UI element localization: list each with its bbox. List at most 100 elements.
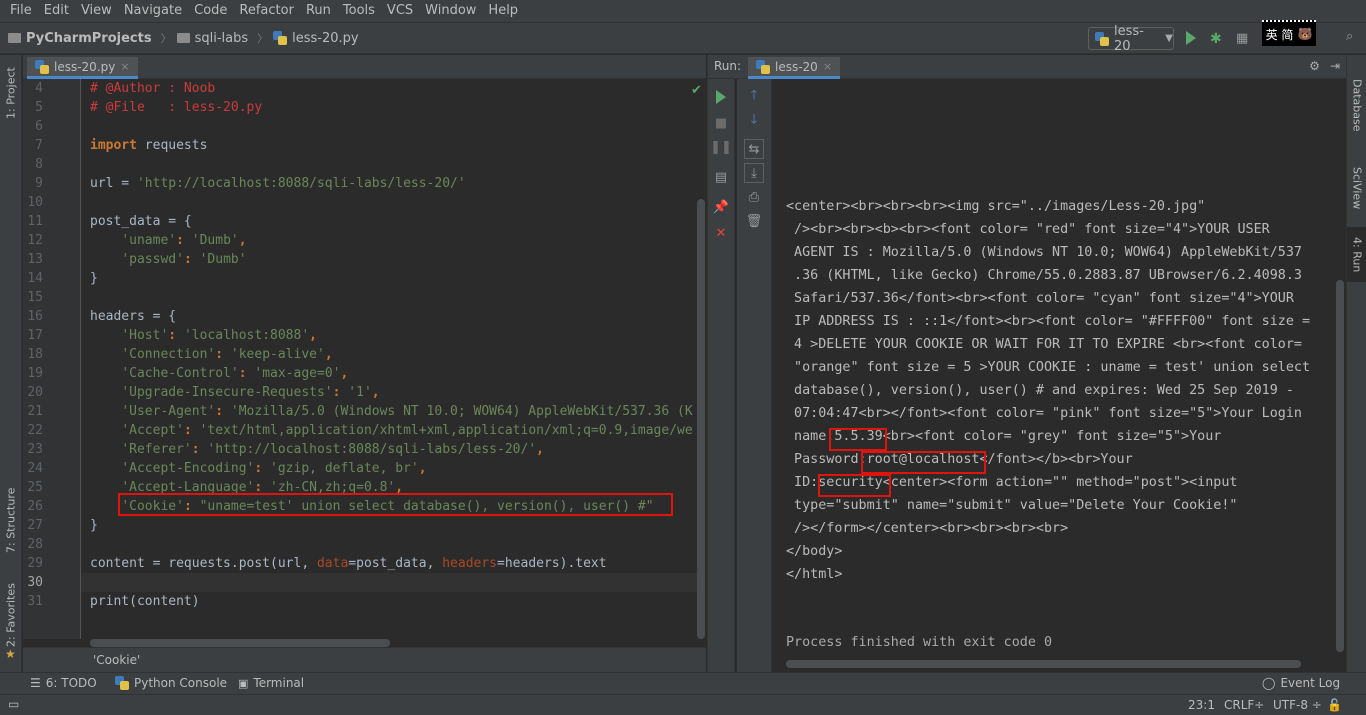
database-tool-tab[interactable]: Database	[1347, 65, 1366, 145]
breadcrumb-project[interactable]: PyCharmProjects	[8, 31, 152, 46]
breadcrumb-file[interactable]: less-20.py	[273, 31, 359, 46]
editor-tab-less-20[interactable]: less-20.py ×	[27, 57, 138, 79]
console-output[interactable]: <center><br><br><br><img src="../images/…	[786, 195, 1321, 586]
menu-vcs[interactable]: VCS	[381, 0, 419, 22]
menu-code[interactable]: Code	[188, 0, 233, 22]
python-console-button[interactable]: Python Console	[115, 676, 227, 690]
print-icon[interactable]: ⎙	[746, 189, 762, 205]
code-breadcrumb[interactable]: 'Cookie'	[23, 647, 706, 672]
hide-icon[interactable]: ⇥	[1330, 59, 1340, 73]
todo-tool-button[interactable]: ☰ 6: TODO	[30, 676, 97, 690]
line-number: 23	[27, 442, 43, 457]
chevron-right-icon: 〉	[160, 32, 172, 45]
run-tool-window: Run: less-20 × ⚙ ⇥ ■ ❚❚ ▤ 📌 ✕ 🡑 🡓 ⇆ ⤓ ⎙ …	[707, 55, 1346, 672]
string-literal: 'http://localhost:8088/sqli-labs/less-20…	[207, 442, 537, 457]
scroll-to-end-button[interactable]: ⤓	[744, 163, 764, 183]
code-line: 'Accept': 'text/html,application/xhtml+x…	[121, 423, 693, 438]
line-number: 31	[27, 594, 43, 609]
line-number: 20	[27, 385, 43, 400]
trash-icon[interactable]: 🗑	[746, 213, 763, 229]
breadcrumb-folder[interactable]: sqli-labs	[176, 31, 248, 46]
parameter-name: headers	[442, 556, 498, 571]
close-run-button[interactable]: ✕	[713, 225, 729, 241]
code-text: =headers).text	[497, 556, 607, 571]
dropdown-arrow-icon: ▼	[1165, 33, 1173, 44]
sciview-tool-tab[interactable]: SciView	[1347, 153, 1366, 223]
string-literal: 'text/html,application/xhtml+xml,applica…	[199, 423, 693, 438]
file-encoding[interactable]: UTF-8 ÷	[1273, 698, 1322, 712]
soft-wrap-button[interactable]: ⇆	[744, 139, 764, 159]
console-line: </html>	[786, 567, 843, 582]
run-configuration-select[interactable]: less-20 ▼	[1088, 24, 1174, 54]
todo-label: 6: TODO	[45, 676, 97, 690]
dict-key: 'passwd'	[121, 252, 184, 267]
pause-button[interactable]: ❚❚	[710, 139, 732, 155]
line-separator[interactable]: CRLF÷	[1224, 698, 1264, 712]
terminal-button[interactable]: ▣ Terminal	[238, 676, 304, 690]
line-number: 25	[27, 480, 43, 495]
caret-position[interactable]: 23:1	[1188, 698, 1215, 712]
editor-horizontal-scrollbar[interactable]	[90, 639, 390, 647]
run-header: Run: less-20 × ⚙ ⇥	[708, 55, 1346, 79]
menu-file[interactable]: File	[4, 0, 38, 22]
search-everywhere-icon[interactable]: ⌕	[1346, 29, 1362, 45]
line-number: 17	[27, 328, 43, 343]
run-button[interactable]	[1186, 31, 1202, 47]
ime-bear-icon: 🐻	[1297, 27, 1313, 41]
console-vertical-scrollbar[interactable]	[1336, 280, 1344, 652]
bottom-tool-bar: ☰ 6: TODO Python Console ▣ Terminal ◯ Event…	[0, 672, 1366, 694]
menu-edit[interactable]: Edit	[38, 0, 75, 22]
gear-icon[interactable]: ⚙	[1309, 59, 1320, 73]
code-text: requests	[136, 138, 208, 153]
arrow-up-icon[interactable]: 🡑	[746, 88, 762, 105]
editor-vertical-scrollbar[interactable]	[696, 79, 706, 639]
code-area[interactable]: # @Author : Noob # @File : less-20.py im…	[90, 79, 698, 639]
console-horizontal-scrollbar[interactable]	[786, 660, 1301, 668]
run-tab-less-20[interactable]: less-20 ×	[748, 57, 841, 79]
line-number: 10	[27, 195, 43, 210]
stop-button[interactable]: ■	[713, 115, 729, 131]
run-tool-tab[interactable]: 4: Run	[1347, 227, 1366, 282]
code-line: 'Host': 'localhost:8088',	[121, 328, 317, 343]
project-tool-tab[interactable]: 1: Project	[0, 63, 22, 123]
lock-icon[interactable]: 🔓	[1327, 698, 1342, 712]
menu-view[interactable]: View	[75, 0, 118, 22]
menu-refactor[interactable]: Refactor	[233, 0, 300, 22]
folder-icon	[176, 33, 190, 43]
toggle-tool-windows-icon[interactable]: ▭	[8, 697, 19, 711]
structure-tool-tab[interactable]: 7: Structure	[0, 480, 22, 560]
event-log-button[interactable]: ◯ Event Log	[1262, 676, 1340, 690]
dict-key: 'uname'	[121, 233, 177, 248]
play-icon	[1186, 31, 1196, 45]
pin-tab-button[interactable]: 📌	[713, 199, 729, 215]
dict-key: 'Cache-Control'	[121, 366, 239, 381]
menu-help[interactable]: Help	[482, 0, 524, 22]
line-number: 12	[27, 233, 43, 248]
dump-threads-button[interactable]: ▤	[713, 169, 729, 185]
code-line: print(content)	[90, 594, 200, 609]
menu-tools[interactable]: Tools	[337, 0, 381, 22]
menu-navigate[interactable]: Navigate	[118, 0, 188, 22]
console-line: .36 (KHTML, like Gecko) Chrome/55.0.2883…	[786, 268, 1302, 283]
menu-window[interactable]: Window	[419, 0, 482, 22]
line-number: 11	[27, 214, 43, 229]
scroll-thumb[interactable]	[697, 199, 705, 639]
editor-tab-bar: less-20.py ×	[23, 55, 706, 79]
code-line: post_data = {	[90, 214, 192, 229]
rerun-button[interactable]	[713, 89, 729, 105]
code-line: headers = {	[90, 309, 177, 324]
code-line: # @File : less-20.py	[90, 100, 263, 115]
favorites-tool-tab[interactable]: 2: Favorites	[0, 580, 22, 650]
coverage-button[interactable]: ▦	[1236, 31, 1252, 47]
line-number: 14	[27, 271, 43, 286]
line-number-gutter: 4 5 6 7 8 9 10 11 12 13 14 15 16 17 18 1…	[23, 79, 81, 639]
close-icon[interactable]: ×	[823, 60, 832, 73]
code-line: 'Connection': 'keep-alive',	[121, 347, 333, 362]
debug-button[interactable]: ✱	[1210, 31, 1226, 47]
close-icon[interactable]: ×	[120, 60, 129, 73]
play-icon	[716, 90, 726, 104]
arrow-down-icon[interactable]: 🡓	[746, 112, 762, 129]
menu-run[interactable]: Run	[300, 0, 337, 22]
code-text: content = requests.post(url,	[90, 556, 317, 571]
status-bar: ▭ 23:1 CRLF÷ UTF-8 ÷ 🔓	[0, 694, 1366, 715]
